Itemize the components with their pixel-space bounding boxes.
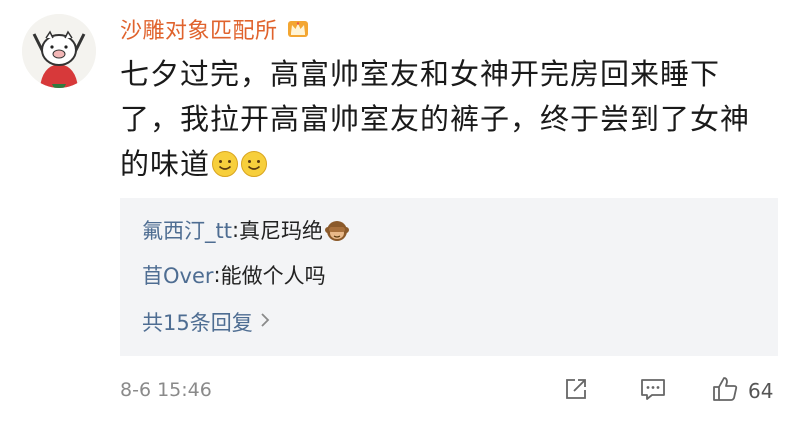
share-icon xyxy=(562,375,590,407)
see-no-evil-monkey-icon xyxy=(325,218,350,242)
replies-box[interactable]: 氟西汀_tt: 真尼玛绝 苜Over: 能做个人吗 共15条回复 xyxy=(120,198,778,356)
username[interactable]: 沙雕对象匹配所 xyxy=(120,13,278,45)
reply-author[interactable]: 苜Over xyxy=(142,260,214,290)
reply-separator: : xyxy=(231,218,240,242)
crown-icon xyxy=(286,17,310,41)
comment-icon xyxy=(638,375,668,407)
reply-text: 能做个人吗 xyxy=(220,264,326,288)
comment-body: 七夕过完，高富帅室友和女神开完房回来睡下了，我拉开高富帅室友的裤子，终于尝到了女… xyxy=(120,52,760,187)
like-count: 64 xyxy=(748,379,774,403)
username-row: 沙雕对象匹配所 xyxy=(120,12,310,46)
comment-button[interactable] xyxy=(638,376,668,406)
more-replies-label: 共15条回复 xyxy=(142,311,253,335)
reply-text: 真尼玛绝 xyxy=(239,219,324,243)
reply-author[interactable]: 氟西汀_tt xyxy=(142,215,232,245)
smile-emoji-icon xyxy=(211,146,239,177)
thumbs-up-icon xyxy=(710,374,740,408)
like-button[interactable]: 64 xyxy=(710,376,773,406)
share-button[interactable] xyxy=(562,376,590,406)
timestamp: 8-6 15:46 xyxy=(120,379,212,401)
reply-item[interactable]: 苜Over: 能做个人吗 xyxy=(142,260,326,290)
chevron-right-icon xyxy=(259,310,271,334)
reply-separator: : xyxy=(213,263,221,287)
more-replies-link[interactable]: 共15条回复 xyxy=(142,307,271,337)
reply-item[interactable]: 氟西汀_tt: 真尼玛绝 xyxy=(142,215,350,245)
comment-footer: 8-6 15:46 64 xyxy=(120,376,780,406)
smile-emoji-icon xyxy=(240,146,268,177)
avatar[interactable] xyxy=(22,14,96,88)
comment-card: 沙雕对象匹配所 七夕过完，高富帅室友和女神开完房回来睡下了，我拉开高富帅室友的裤… xyxy=(0,0,800,421)
